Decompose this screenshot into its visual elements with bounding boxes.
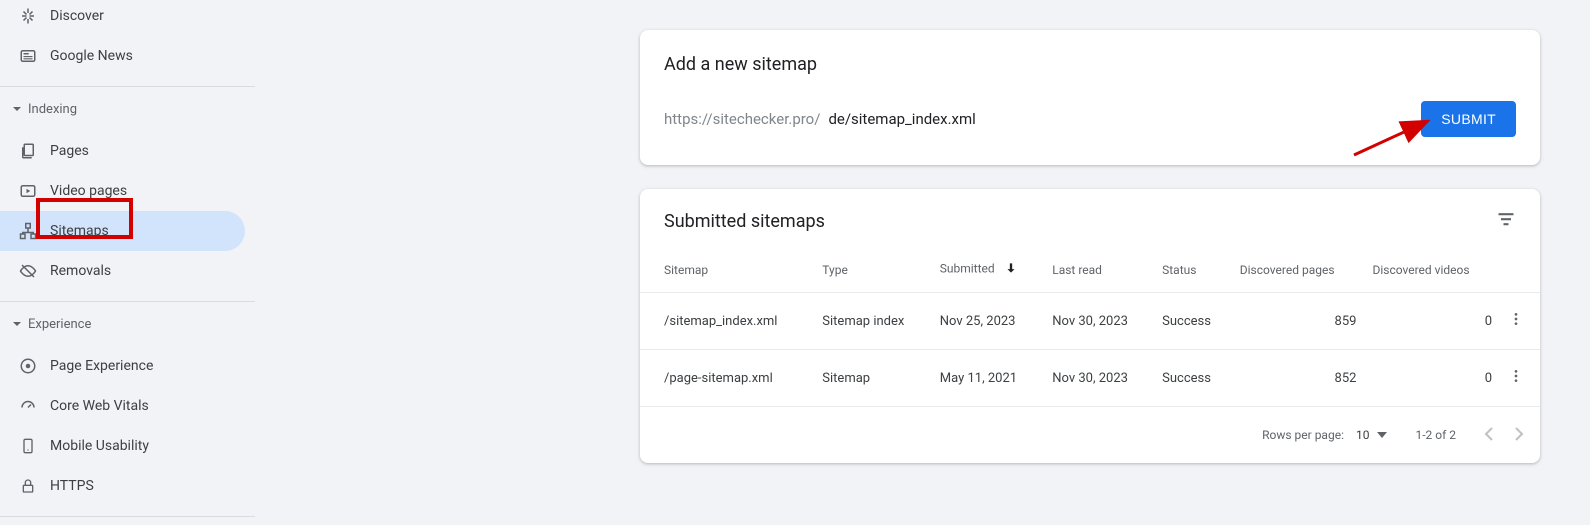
sidebar-item-google-news[interactable]: Google News: [0, 36, 245, 76]
sidebar-item-pages[interactable]: Pages: [0, 131, 245, 171]
cell-status: Success: [1154, 350, 1232, 407]
pagination-range: 1-2 of 2: [1415, 428, 1456, 442]
rows-per-page-value: 10: [1356, 428, 1370, 442]
col-type[interactable]: Type: [814, 243, 931, 293]
sidebar-item-label: Mobile Usability: [50, 438, 149, 454]
sidebar-item-label: Google News: [50, 48, 133, 64]
cell-last-read: Nov 30, 2023: [1044, 350, 1154, 407]
add-sitemap-card: Add a new sitemap https://sitechecker.pr…: [640, 30, 1540, 165]
table-row[interactable]: /sitemap_index.xml Sitemap index Nov 25,…: [640, 293, 1540, 350]
sidebar-item-discover[interactable]: Discover: [0, 0, 245, 36]
rows-per-page-select[interactable]: 10: [1356, 428, 1388, 442]
sidebar-item-label: Video pages: [50, 183, 127, 199]
sidebar-group-indexing[interactable]: Indexing: [0, 87, 255, 131]
cell-last-read: Nov 30, 2023: [1044, 293, 1154, 350]
sidebar-group-experience[interactable]: Experience: [0, 302, 255, 346]
url-prefix: https://sitechecker.pro/: [664, 110, 820, 128]
col-submitted[interactable]: Submitted: [932, 243, 1044, 293]
cell-sitemap: /page-sitemap.xml: [640, 350, 814, 407]
sitemaps-icon: [18, 221, 38, 241]
video-icon: [18, 181, 38, 201]
col-discovered-pages[interactable]: Discovered pages: [1232, 243, 1365, 293]
next-page-button[interactable]: [1514, 426, 1524, 445]
mobile-icon: [18, 436, 38, 456]
cell-status: Success: [1154, 293, 1232, 350]
page-experience-icon: [18, 356, 38, 376]
lock-icon: [18, 476, 38, 496]
cell-type: Sitemap: [814, 350, 931, 407]
sidebar-item-page-experience[interactable]: Page Experience: [0, 346, 245, 386]
sidebar: Discover Google News Indexing Pages Vide…: [0, 0, 255, 525]
sidebar-item-label: Pages: [50, 143, 89, 159]
sidebar-group-label: Indexing: [28, 102, 77, 117]
sidebar-item-sitemaps[interactable]: Sitemaps: [0, 211, 245, 251]
cell-sitemap: /sitemap_index.xml: [640, 293, 814, 350]
cell-submitted: Nov 25, 2023: [932, 293, 1044, 350]
sort-desc-icon: [1004, 261, 1018, 278]
sidebar-item-core-web-vitals[interactable]: Core Web Vitals: [0, 386, 245, 426]
submitted-sitemaps-card: Submitted sitemaps Sitemap Type Submitte…: [640, 189, 1540, 463]
pages-icon: [18, 141, 38, 161]
sidebar-item-label: Removals: [50, 263, 111, 279]
discover-icon: [18, 6, 38, 26]
filter-icon[interactable]: [1496, 209, 1516, 233]
cell-discovered-pages: 859: [1232, 293, 1365, 350]
sitemap-url-input[interactable]: [826, 109, 1415, 129]
table-row[interactable]: /page-sitemap.xml Sitemap May 11, 2021 N…: [640, 350, 1540, 407]
cell-discovered-videos: 0: [1364, 293, 1500, 350]
speed-icon: [18, 396, 38, 416]
col-status[interactable]: Status: [1154, 243, 1232, 293]
row-menu-button[interactable]: [1500, 293, 1540, 350]
sidebar-item-label: Discover: [50, 8, 104, 24]
sidebar-item-label: HTTPS: [50, 478, 94, 494]
sidebar-item-mobile-usability[interactable]: Mobile Usability: [0, 426, 245, 466]
sidebar-item-https[interactable]: HTTPS: [0, 466, 245, 506]
row-menu-button[interactable]: [1500, 350, 1540, 407]
submitted-sitemaps-title: Submitted sitemaps: [664, 211, 825, 232]
chevron-down-icon: [12, 319, 22, 329]
col-submitted-label: Submitted: [940, 262, 995, 276]
sidebar-group-label: Experience: [28, 317, 91, 332]
dropdown-icon: [1377, 432, 1387, 438]
sidebar-item-removals[interactable]: Removals: [0, 251, 245, 291]
table-footer: Rows per page: 10 1-2 of 2: [640, 407, 1540, 463]
cell-submitted: May 11, 2021: [932, 350, 1044, 407]
col-last-read[interactable]: Last read: [1044, 243, 1154, 293]
cell-discovered-videos: 0: [1364, 350, 1500, 407]
sidebar-item-label: Page Experience: [50, 358, 153, 374]
main-content: Add a new sitemap https://sitechecker.pr…: [640, 30, 1540, 487]
col-discovered-videos[interactable]: Discovered videos: [1364, 243, 1500, 293]
news-icon: [18, 46, 38, 66]
prev-page-button[interactable]: [1484, 426, 1494, 445]
cell-type: Sitemap index: [814, 293, 931, 350]
submit-button[interactable]: SUBMIT: [1421, 101, 1516, 137]
sitemaps-table: Sitemap Type Submitted Last read Status …: [640, 243, 1540, 407]
sidebar-item-label: Core Web Vitals: [50, 398, 149, 414]
removals-icon: [18, 261, 38, 281]
sidebar-item-video-pages[interactable]: Video pages: [0, 171, 245, 211]
rows-per-page-label: Rows per page:: [1262, 428, 1344, 442]
sidebar-item-label: Sitemaps: [50, 223, 109, 239]
chevron-down-icon: [12, 104, 22, 114]
add-sitemap-title: Add a new sitemap: [664, 54, 1516, 75]
col-sitemap[interactable]: Sitemap: [640, 243, 814, 293]
cell-discovered-pages: 852: [1232, 350, 1365, 407]
